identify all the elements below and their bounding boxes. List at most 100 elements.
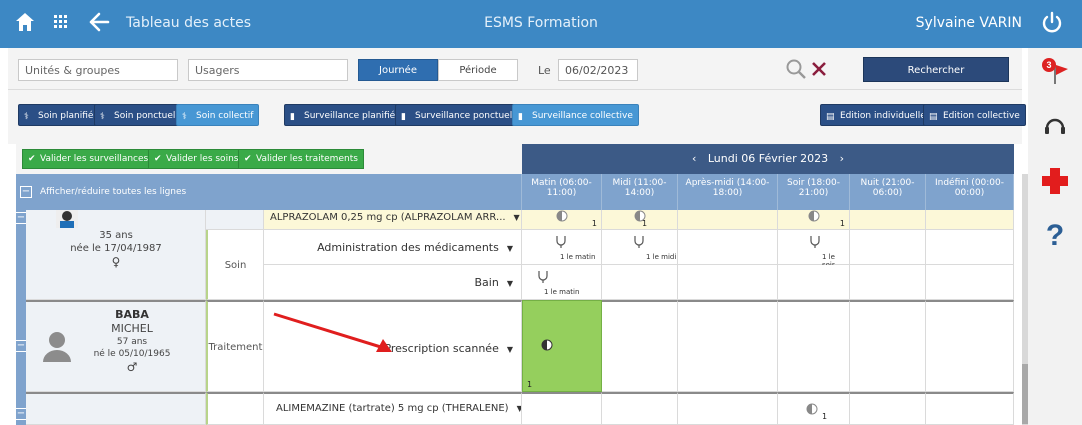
soin-cell-nuit[interactable]	[850, 230, 926, 265]
half-circle-dose-icon	[806, 403, 818, 415]
patient2-collapse-bar[interactable]: −	[15, 300, 27, 392]
p3-cell-indefini[interactable]	[926, 392, 1014, 425]
action-bar: ⚕ Soin planifié ⚕ Soin ponctuel ⚕ Soin coll…	[8, 90, 1026, 144]
next-day-button[interactable]: ›	[840, 152, 844, 165]
surveillance-ponctuelle-button[interactable]: ▮ Surveillance ponctuelle	[395, 104, 527, 126]
validate-traitements-button[interactable]: ✔ Valider les traitements	[238, 149, 364, 169]
column-nuit-label: Nuit (21:00-06:00)	[860, 178, 915, 198]
treatment-cell-apres-midi[interactable]	[678, 300, 778, 392]
half-circle-dose-icon	[541, 339, 553, 351]
soin-ponctuel-button[interactable]: ⚕ Soin ponctuel	[94, 104, 182, 126]
vertical-scrollbar[interactable]	[1022, 174, 1028, 425]
clear-filter-icon[interactable]	[810, 60, 828, 78]
treatment-cell-matin[interactable]: 1	[522, 300, 602, 392]
p3-cell-soir[interactable]: 1	[778, 392, 850, 425]
med-cell-midi[interactable]: 1	[602, 210, 678, 230]
patient2-first-name[interactable]: MICHEL	[92, 322, 172, 335]
treatment-row[interactable]: ALIMEMAZINE (tartrate) 5 mg cp (THERALEN…	[264, 392, 522, 425]
dropdown-icon[interactable]: ▼	[507, 244, 513, 253]
previous-day-button[interactable]: ‹	[692, 152, 696, 165]
bain-cell-indefini[interactable]	[926, 265, 1014, 300]
validate-traitements-label: Valider les traitements	[256, 154, 358, 164]
treatment-cell-nuit[interactable]	[850, 300, 926, 392]
stethoscope-icon: ⚕	[182, 112, 187, 122]
med-cell-matin[interactable]: 1	[522, 210, 602, 230]
collapse-icon[interactable]: −	[20, 186, 32, 198]
users-input[interactable]: Usagers	[188, 59, 348, 81]
edition-collective-label: Edition collective	[943, 111, 1020, 121]
patient-avatar-icon	[43, 332, 71, 362]
patient1-collapse-bar[interactable]: −	[15, 210, 27, 300]
apps-grid-icon[interactable]	[54, 15, 68, 29]
scrollbar-thumb[interactable]	[1022, 364, 1028, 424]
half-circle-dose-icon	[556, 210, 568, 222]
clipboard-icon: ▮	[401, 112, 406, 122]
medical-cross-icon[interactable]	[1040, 166, 1070, 196]
p3-cell-matin[interactable]	[522, 392, 602, 425]
traitement-category: Traitement	[206, 300, 264, 392]
period-mode-button[interactable]: Période	[438, 59, 518, 81]
bain-cell-midi[interactable]	[602, 265, 678, 300]
surveillance-ponctuelle-label: Surveillance ponctuelle	[415, 111, 521, 121]
surveillance-collective-button[interactable]: ▮ Surveillance collective	[512, 104, 639, 126]
search-icon[interactable]	[785, 58, 807, 80]
edition-collective-button[interactable]: ▤ Edition collective	[923, 104, 1026, 126]
back-arrow-icon[interactable]	[88, 11, 110, 33]
validate-soins-label: Valider les soins	[166, 154, 239, 164]
support-headset-icon[interactable]	[1040, 111, 1070, 141]
home-icon[interactable]	[14, 11, 36, 33]
med-cell-soir[interactable]: 1	[778, 210, 850, 230]
day-mode-button[interactable]: Journée	[358, 59, 438, 81]
dropdown-icon[interactable]: ▼	[514, 213, 520, 222]
help-icon[interactable]: ?	[1040, 218, 1070, 248]
patient2-last-name[interactable]: BABA	[92, 308, 172, 321]
bain-cell-matin[interactable]: 1 le matin	[522, 265, 602, 300]
toggle-all-rows[interactable]: − Afficher/réduire toutes les lignes	[16, 174, 522, 210]
treatment-row[interactable]: ALPRAZOLAM 0,25 mg cp (ALPRAZOLAM ARR...…	[264, 210, 522, 230]
stethoscope-icon	[556, 236, 566, 248]
right-rail: 3 ?	[1028, 48, 1082, 425]
med-cell-indefini[interactable]	[926, 210, 1014, 230]
notification-flag-icon[interactable]: 3	[1040, 56, 1070, 86]
patient1-birthdate: née le 17/04/1987	[70, 243, 162, 254]
soin-row-administration[interactable]: Administration des médicaments ▼	[264, 230, 522, 265]
soin-cell-indefini[interactable]	[926, 230, 1014, 265]
soin-ponctuel-label: Soin ponctuel	[114, 111, 176, 121]
power-icon[interactable]	[1040, 11, 1064, 35]
user-name[interactable]: Sylvaine VARIN	[916, 15, 1022, 31]
date-navigator: ‹ Lundi 06 Février 2023 ›	[522, 144, 1014, 174]
bain-cell-nuit[interactable]	[850, 265, 926, 300]
bain-cell-apres-midi[interactable]	[678, 265, 778, 300]
validate-surveillances-button[interactable]: ✔ Valider les surveillances	[22, 149, 155, 169]
units-groups-input[interactable]: Unités & groupes	[18, 59, 178, 81]
surveillance-planifiee-button[interactable]: ▮ Surveillance planifiée	[284, 104, 407, 126]
treatment-cell-midi[interactable]	[602, 300, 678, 392]
date-field[interactable]: 06/02/2023	[558, 59, 638, 81]
soin-planifie-button[interactable]: ⚕ Soin planifié	[18, 104, 100, 126]
validate-soins-button[interactable]: ✔ Valider les soins	[148, 149, 245, 169]
med-cell-apres-midi[interactable]	[678, 210, 778, 230]
p3-cell-midi[interactable]	[602, 392, 678, 425]
svg-text:?: ?	[1046, 219, 1064, 248]
patient3-collapse-bar[interactable]: −	[15, 392, 27, 425]
patient1-age: 35 ans	[99, 230, 133, 241]
establishment-name: ESMS Formation	[484, 15, 598, 31]
patient1-info: 35 ans née le 17/04/1987 ♀	[26, 210, 206, 300]
soin-collectif-button[interactable]: ⚕ Soin collectif	[176, 104, 260, 126]
edition-individuelle-button[interactable]: ▤ Edition individuelle	[820, 104, 932, 126]
soin-cell-apres-midi[interactable]	[678, 230, 778, 265]
soin-row-bain[interactable]: Bain ▼	[264, 265, 522, 300]
p3-cell-apres-midi[interactable]	[678, 392, 778, 425]
female-icon: ♀	[111, 255, 121, 269]
med-cell-nuit[interactable]	[850, 210, 926, 230]
bain-cell-soir[interactable]	[778, 265, 850, 300]
soin-cell-midi[interactable]: 1 le midi	[602, 230, 678, 265]
p3-cell-nuit[interactable]	[850, 392, 926, 425]
soin-cell-soir[interactable]: 1 le soir	[778, 230, 850, 269]
dropdown-icon[interactable]: ▼	[507, 279, 513, 288]
search-button[interactable]: Rechercher	[863, 57, 1009, 82]
soin-cell-matin[interactable]: 1 le matin	[522, 230, 602, 265]
treatment-cell-soir[interactable]	[778, 300, 850, 392]
dropdown-icon[interactable]: ▼	[507, 345, 513, 354]
treatment-cell-indefini[interactable]	[926, 300, 1014, 392]
